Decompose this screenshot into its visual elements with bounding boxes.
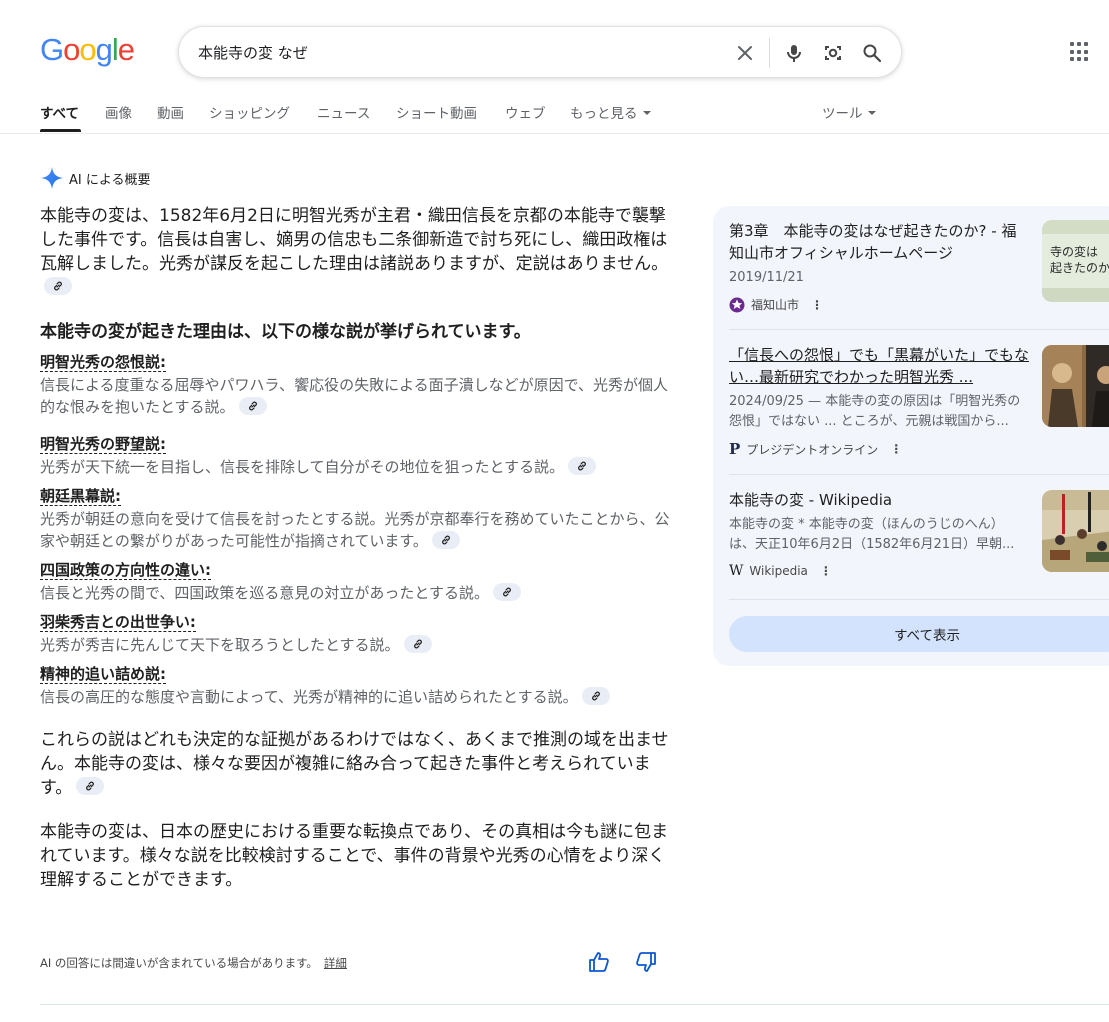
link-icon[interactable] xyxy=(76,777,105,795)
source-title[interactable]: 本能寺の変 - Wikipedia xyxy=(729,489,1029,511)
theory-item: 明智光秀の野望説: 光秀が天下統一を目指し、信長を排除して自分がその地位を狙った… xyxy=(40,434,670,478)
intro-paragraph: 本能寺の変は、1582年6月2日に明智光秀が主君・織田信長を京都の本能寺で襲撃し… xyxy=(40,204,670,300)
camera-lens-icon[interactable] xyxy=(820,40,846,66)
source-thumbnail[interactable] xyxy=(1042,490,1109,572)
link-icon[interactable] xyxy=(568,456,597,475)
apps-grid-icon[interactable] xyxy=(1068,40,1092,64)
fukuchiyama-favicon-icon xyxy=(729,297,745,312)
president-favicon-icon: P xyxy=(729,440,741,458)
chevron-down-icon xyxy=(867,110,876,115)
link-icon[interactable] xyxy=(238,396,267,415)
tab-short-videos[interactable]: ショート動画 xyxy=(396,102,477,122)
source-site: Wikipedia xyxy=(749,564,808,578)
source-thumbnail[interactable] xyxy=(1042,345,1109,427)
theory-title: 朝廷黒幕説: xyxy=(40,487,121,506)
theory-title: 明智光秀の怨恨説: xyxy=(40,353,166,372)
microphone-icon[interactable] xyxy=(781,40,807,66)
details-link[interactable]: 詳細 xyxy=(324,956,347,970)
active-tab-indicator xyxy=(40,129,81,132)
source-snippet: 2024/09/25 — 本能寺の変の原因は「明智光秀の怨恨」ではない ... … xyxy=(729,394,1021,429)
link-icon[interactable] xyxy=(492,582,521,601)
conclusion-paragraph: これらの説はどれも決定的な証拠があるわけではなく、あくまで推測の域を出ません。本… xyxy=(40,730,669,798)
svg-text:起きたのか: 起きたのか xyxy=(1050,261,1109,275)
clear-icon[interactable] xyxy=(732,40,758,66)
more-options-icon[interactable]: ⋮ xyxy=(890,442,902,456)
theory-item: 羽柴秀吉との出世争い: 光秀が秀吉に先んじて天下を取ろうとしたとする説。 xyxy=(40,612,670,656)
theory-title: 羽柴秀吉との出世争い: xyxy=(40,613,196,632)
chevron-down-icon xyxy=(642,110,651,115)
ai-disclaimer: AI の回答には間違いが含まれている場合があります。 詳細 xyxy=(40,956,347,970)
theory-item: 朝廷黒幕説: 光秀が朝廷の意向を受けて信長を討ったとする説。光秀が京都奉行を務め… xyxy=(40,487,670,550)
ai-overview-body: 本能寺の変は、1582年6月2日に明智光秀が主君・織田信長を京都の本能寺で襲撃し… xyxy=(40,204,670,892)
ai-overview-title: AI による概要 xyxy=(69,172,151,188)
gemini-sparkle-icon xyxy=(41,167,63,189)
search-icon[interactable] xyxy=(859,40,885,66)
tab-more[interactable]: もっと見る xyxy=(570,102,651,122)
divider xyxy=(729,599,1109,600)
tab-web[interactable]: ウェブ xyxy=(505,102,546,122)
search-input[interactable] xyxy=(198,41,718,63)
link-icon[interactable] xyxy=(403,634,432,653)
tab-videos[interactable]: 動画 xyxy=(157,102,184,122)
tab-news[interactable]: ニュース xyxy=(317,102,370,122)
source-thumbnail[interactable]: 寺の変は 起きたのか xyxy=(1042,220,1109,302)
thumbs-down-icon[interactable] xyxy=(634,950,660,976)
theory-title: 四国政策の方向性の違い: xyxy=(40,561,211,580)
section-divider xyxy=(40,1004,1109,1005)
divider xyxy=(729,329,1109,330)
summary-paragraph: 本能寺の変は、日本の歴史における重要な転換点であり、その真相は今も謎に包まれてい… xyxy=(40,822,669,890)
wikipedia-favicon-icon: W xyxy=(729,563,744,579)
source-snippet: 本能寺の変 * 本能寺の変（ほんのうじのへん）は、天正10年6月2日（1582年… xyxy=(729,517,1015,552)
sources-panel: 第3章 本能寺の変はなぜ起きたのか? - 福知山市オフィシャルホームページ 20… xyxy=(713,206,1109,666)
theory-item: 精神的追い詰め説: 信長の高圧的な態度や言動によって、光秀が精神的に追い詰められ… xyxy=(40,664,670,708)
tools-button[interactable]: ツール xyxy=(822,102,876,122)
source-site: 福知山市 xyxy=(751,298,800,312)
search-box[interactable] xyxy=(178,26,902,78)
google-logo[interactable]: Google xyxy=(40,33,135,67)
theory-item: 四国政策の方向性の違い: 信長と光秀の間で、四国政策を巡る意見の対立があったとす… xyxy=(40,560,670,604)
more-options-icon[interactable]: ⋮ xyxy=(811,298,823,312)
source-title[interactable]: 第3章 本能寺の変はなぜ起きたのか? - 福知山市オフィシャルホームページ xyxy=(729,220,1029,264)
tab-all[interactable]: すべて xyxy=(40,102,79,122)
svg-text:寺の変は: 寺の変は xyxy=(1050,244,1098,259)
link-icon[interactable] xyxy=(581,686,610,705)
source-date: 2019/11/21 xyxy=(729,270,804,285)
search-tabs: すべて 画像 動画 ショッピング ニュース ショート動画 ウェブ もっと見る ツ… xyxy=(0,96,1109,134)
theory-title: 明智光秀の野望説: xyxy=(40,435,166,454)
link-icon[interactable] xyxy=(44,277,72,295)
theory-item: 明智光秀の怨恨説: 信長による度重なる屈辱やパワハラ、饗応役の失敗による面子潰し… xyxy=(40,353,669,416)
source-site: プレジデントオンライン xyxy=(746,442,879,457)
link-icon[interactable] xyxy=(431,530,460,549)
source-title[interactable]: 「信長への怨恨」でも「黒幕がいた」でもない…最新研究でわかった明智光秀 ... xyxy=(729,344,1029,388)
divider xyxy=(729,474,1109,475)
show-all-button[interactable]: すべて表示 xyxy=(729,616,1109,652)
tab-images[interactable]: 画像 xyxy=(105,102,132,122)
search-divider xyxy=(769,38,770,68)
tab-shopping[interactable]: ショッピング xyxy=(209,102,290,122)
thumbs-up-icon[interactable] xyxy=(587,950,613,976)
reasons-heading: 本能寺の変が起きた理由は、以下の様な説が挙げられています。 xyxy=(40,322,531,342)
header: Google xyxy=(0,0,1109,100)
more-options-icon[interactable]: ⋮ xyxy=(820,564,832,578)
ai-overview-header: AI による概要 xyxy=(40,166,150,190)
theory-title: 精神的追い詰め説: xyxy=(40,665,166,684)
